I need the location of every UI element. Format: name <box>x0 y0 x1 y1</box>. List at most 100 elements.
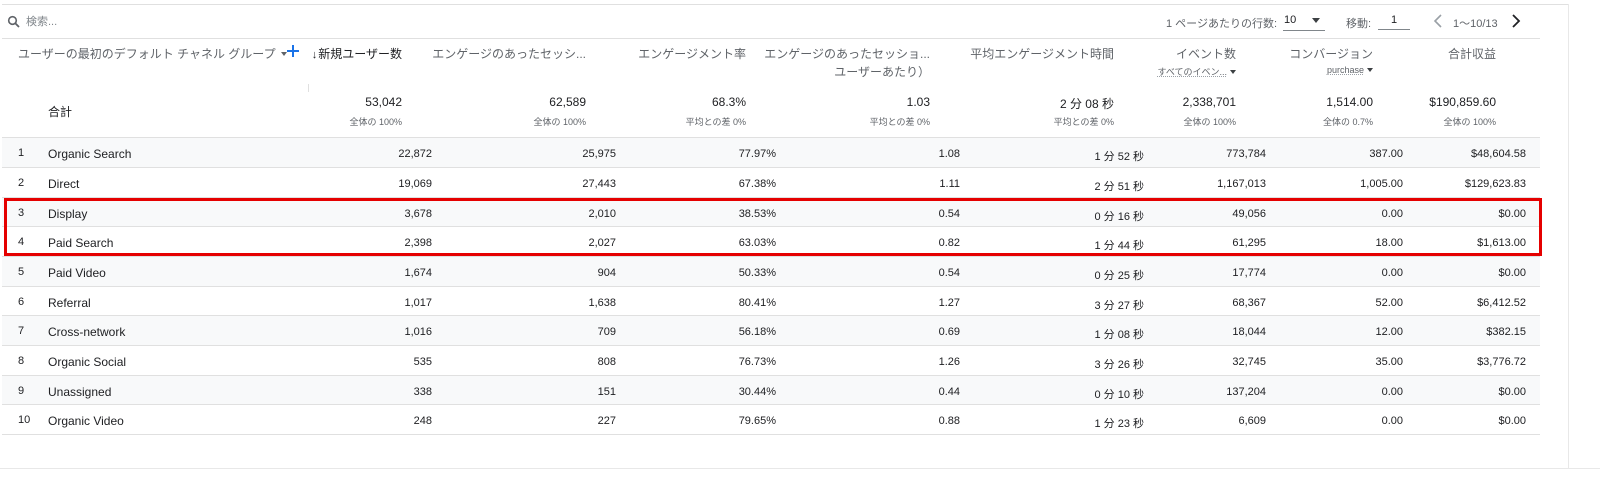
row-number: 8 <box>18 355 25 367</box>
metric-cell: 808 <box>597 356 616 368</box>
column-header-new-users[interactable]: ↓新規ユーザー数 <box>312 45 402 62</box>
total-share: 平均との差 0% <box>685 117 746 127</box>
metric-cell: 1.11 <box>939 178 960 190</box>
totals-label: 合計 <box>48 105 73 119</box>
table-row[interactable]: 3 Display 3,678 2,010 38.53% 0.54 0 分 16 秒 49,0… <box>2 197 1540 227</box>
metric-cell: 1,005.00 <box>1360 178 1403 190</box>
column-header-label: 平均エンゲージメント時間 <box>970 47 1114 61</box>
metric-cell: 0.69 <box>938 326 960 338</box>
column-header-event-count[interactable]: イベント数 <box>1176 45 1236 62</box>
metric-cell: $3,776.72 <box>1477 356 1526 368</box>
metric-cell: 61,295 <box>1232 237 1266 249</box>
table-row[interactable]: 8 Organic Social 535 808 76.73% 1.26 3 分 26 秒 3… <box>2 345 1540 375</box>
rows-per-page-value: 10 <box>1284 14 1297 26</box>
column-header-engaged-sessions-per-user[interactable]: エンゲージのあったセッショ... <box>764 45 930 62</box>
totals-divider <box>308 84 309 92</box>
channel-name: Display <box>48 207 88 221</box>
total-share: 全体の 0.7% <box>1322 117 1373 127</box>
table-row[interactable]: 10 Organic Video 248 227 79.65% 0.88 1 分 23 秒 6… <box>2 404 1540 434</box>
column-header-total-revenue[interactable]: 合計収益 <box>1448 45 1496 62</box>
metric-cell: $1,613.00 <box>1477 237 1526 249</box>
search-input[interactable] <box>26 14 326 30</box>
metric-cell: 773,784 <box>1226 148 1266 160</box>
metric-cell: 3 分 26 秒 <box>1094 359 1144 371</box>
table-row[interactable]: 6 Referral 1,017 1,638 80.41% 1.27 3 分 27 秒 68,… <box>2 286 1540 316</box>
table-row[interactable]: 5 Paid Video 1,674 904 50.33% 0.54 0 分 25 秒 17,… <box>2 256 1540 286</box>
column-header-label: エンゲージメント率 <box>638 47 746 61</box>
row-number: 10 <box>18 414 31 426</box>
row-number: 5 <box>18 266 25 278</box>
metric-cell: 0 分 25 秒 <box>1094 270 1144 282</box>
event-filter-label: すべてのイベン... <box>1157 67 1227 77</box>
add-icon[interactable] <box>285 43 301 59</box>
row-number: 6 <box>18 296 25 308</box>
table-row[interactable]: 2 Direct 19,069 27,443 67.38% 1.11 2 分 51 秒 1,1… <box>2 167 1540 197</box>
metric-cell: 0.00 <box>1381 415 1403 427</box>
metric-cell: 227 <box>597 415 616 427</box>
search-icon[interactable] <box>7 15 21 29</box>
metric-cell: 2,027 <box>588 237 616 249</box>
metric-cell: 50.33% <box>738 267 776 279</box>
row-number: 3 <box>18 207 25 219</box>
dimension-header-label: ユーザーの最初のデフォルト チャネル グループ <box>18 47 276 61</box>
metric-cell: 49,056 <box>1232 208 1266 220</box>
metric-cell: 2,010 <box>588 208 616 220</box>
row-number: 1 <box>18 147 25 159</box>
table-row[interactable]: 1 Organic Search 22,872 25,975 77.97% 1.08 1 分… <box>2 137 1540 167</box>
channel-name: Organic Video <box>48 414 124 428</box>
channel-name: Unassigned <box>48 385 112 399</box>
column-header-conversions[interactable]: コンバージョン <box>1289 45 1373 62</box>
metric-cell: 248 <box>413 415 432 427</box>
total-share: 全体の 100% <box>349 117 402 127</box>
metric-cell: 3,678 <box>404 208 432 220</box>
metric-cell: 17,774 <box>1232 267 1266 279</box>
metric-cell: 137,204 <box>1226 386 1266 398</box>
page-range: 1〜10/13 <box>1453 18 1498 30</box>
column-header-label: 新規ユーザー数 <box>318 47 402 61</box>
metric-cell: $0.00 <box>1498 415 1526 427</box>
metric-cell: 0 分 16 秒 <box>1094 211 1144 223</box>
total-share: 全体の 100% <box>1443 117 1496 127</box>
arrow-down-icon: ↓ <box>311 49 318 61</box>
event-filter-dropdown[interactable]: すべてのイベン... <box>1157 65 1236 78</box>
rows-per-page-label: 1 ページあたりの行数: <box>1166 18 1278 30</box>
channel-name: Organic Search <box>48 147 132 161</box>
conversion-filter-dropdown[interactable]: purchase <box>1327 65 1373 75</box>
metric-cell: 52.00 <box>1375 297 1403 309</box>
table-row[interactable]: 4 Paid Search 2,398 2,027 63.03% 0.82 1 分 44 秒… <box>2 226 1540 256</box>
metric-cell: 1,017 <box>404 297 432 309</box>
row-number: 2 <box>18 177 25 189</box>
channel-name: Organic Social <box>48 355 127 369</box>
chevron-left-icon[interactable] <box>1432 13 1444 29</box>
metric-cell: 76.73% <box>738 356 776 368</box>
table-row[interactable]: 7 Cross-network 1,016 709 56.18% 0.69 1 分 08 秒… <box>2 315 1540 345</box>
column-header-label: 合計収益 <box>1447 47 1496 61</box>
column-header-avg-engagement-time[interactable]: 平均エンゲージメント時間 <box>970 45 1114 62</box>
metric-cell: 0.54 <box>938 267 960 279</box>
total-value: 68.3% <box>711 95 746 109</box>
metric-cell: 0.82 <box>938 237 960 249</box>
goto-page-input[interactable] <box>1378 11 1410 30</box>
metric-cell: 387.00 <box>1369 148 1403 160</box>
report-table-card: 1 ページあたりの行数: 10 移動: 1〜10/13 ユーザーの最初のデフォル… <box>0 0 1570 471</box>
table-row[interactable]: 9 Unassigned 338 151 30.44% 0.44 0 分 10 秒 137,2… <box>2 375 1540 405</box>
metric-cell: 1 分 08 秒 <box>1094 329 1144 341</box>
total-value: 62,589 <box>549 95 586 109</box>
metric-cell: 1,167,013 <box>1217 178 1266 190</box>
metric-cell: 0.88 <box>938 415 960 427</box>
metric-cell: 0.00 <box>1381 208 1403 220</box>
metric-cell: 38.53% <box>738 208 776 220</box>
caret-down-icon <box>1312 18 1320 23</box>
metric-cell: 535 <box>413 356 432 368</box>
dimension-header[interactable]: ユーザーの最初のデフォルト チャネル グループ <box>18 45 287 62</box>
metric-cell: 18,044 <box>1232 326 1266 338</box>
chevron-right-icon[interactable] <box>1510 13 1522 29</box>
rows-per-page-select[interactable]: 10 <box>1283 12 1325 31</box>
metric-cell: $0.00 <box>1498 386 1526 398</box>
column-header-engagement-rate[interactable]: エンゲージメント率 <box>638 45 746 62</box>
metric-cell: 30.44% <box>738 386 776 398</box>
column-header-engaged-sessions[interactable]: エンゲージのあったセッシ... <box>432 45 586 62</box>
metric-cell: 151 <box>597 386 616 398</box>
metric-cell: 35.00 <box>1375 356 1403 368</box>
caret-down-icon <box>1230 70 1236 74</box>
